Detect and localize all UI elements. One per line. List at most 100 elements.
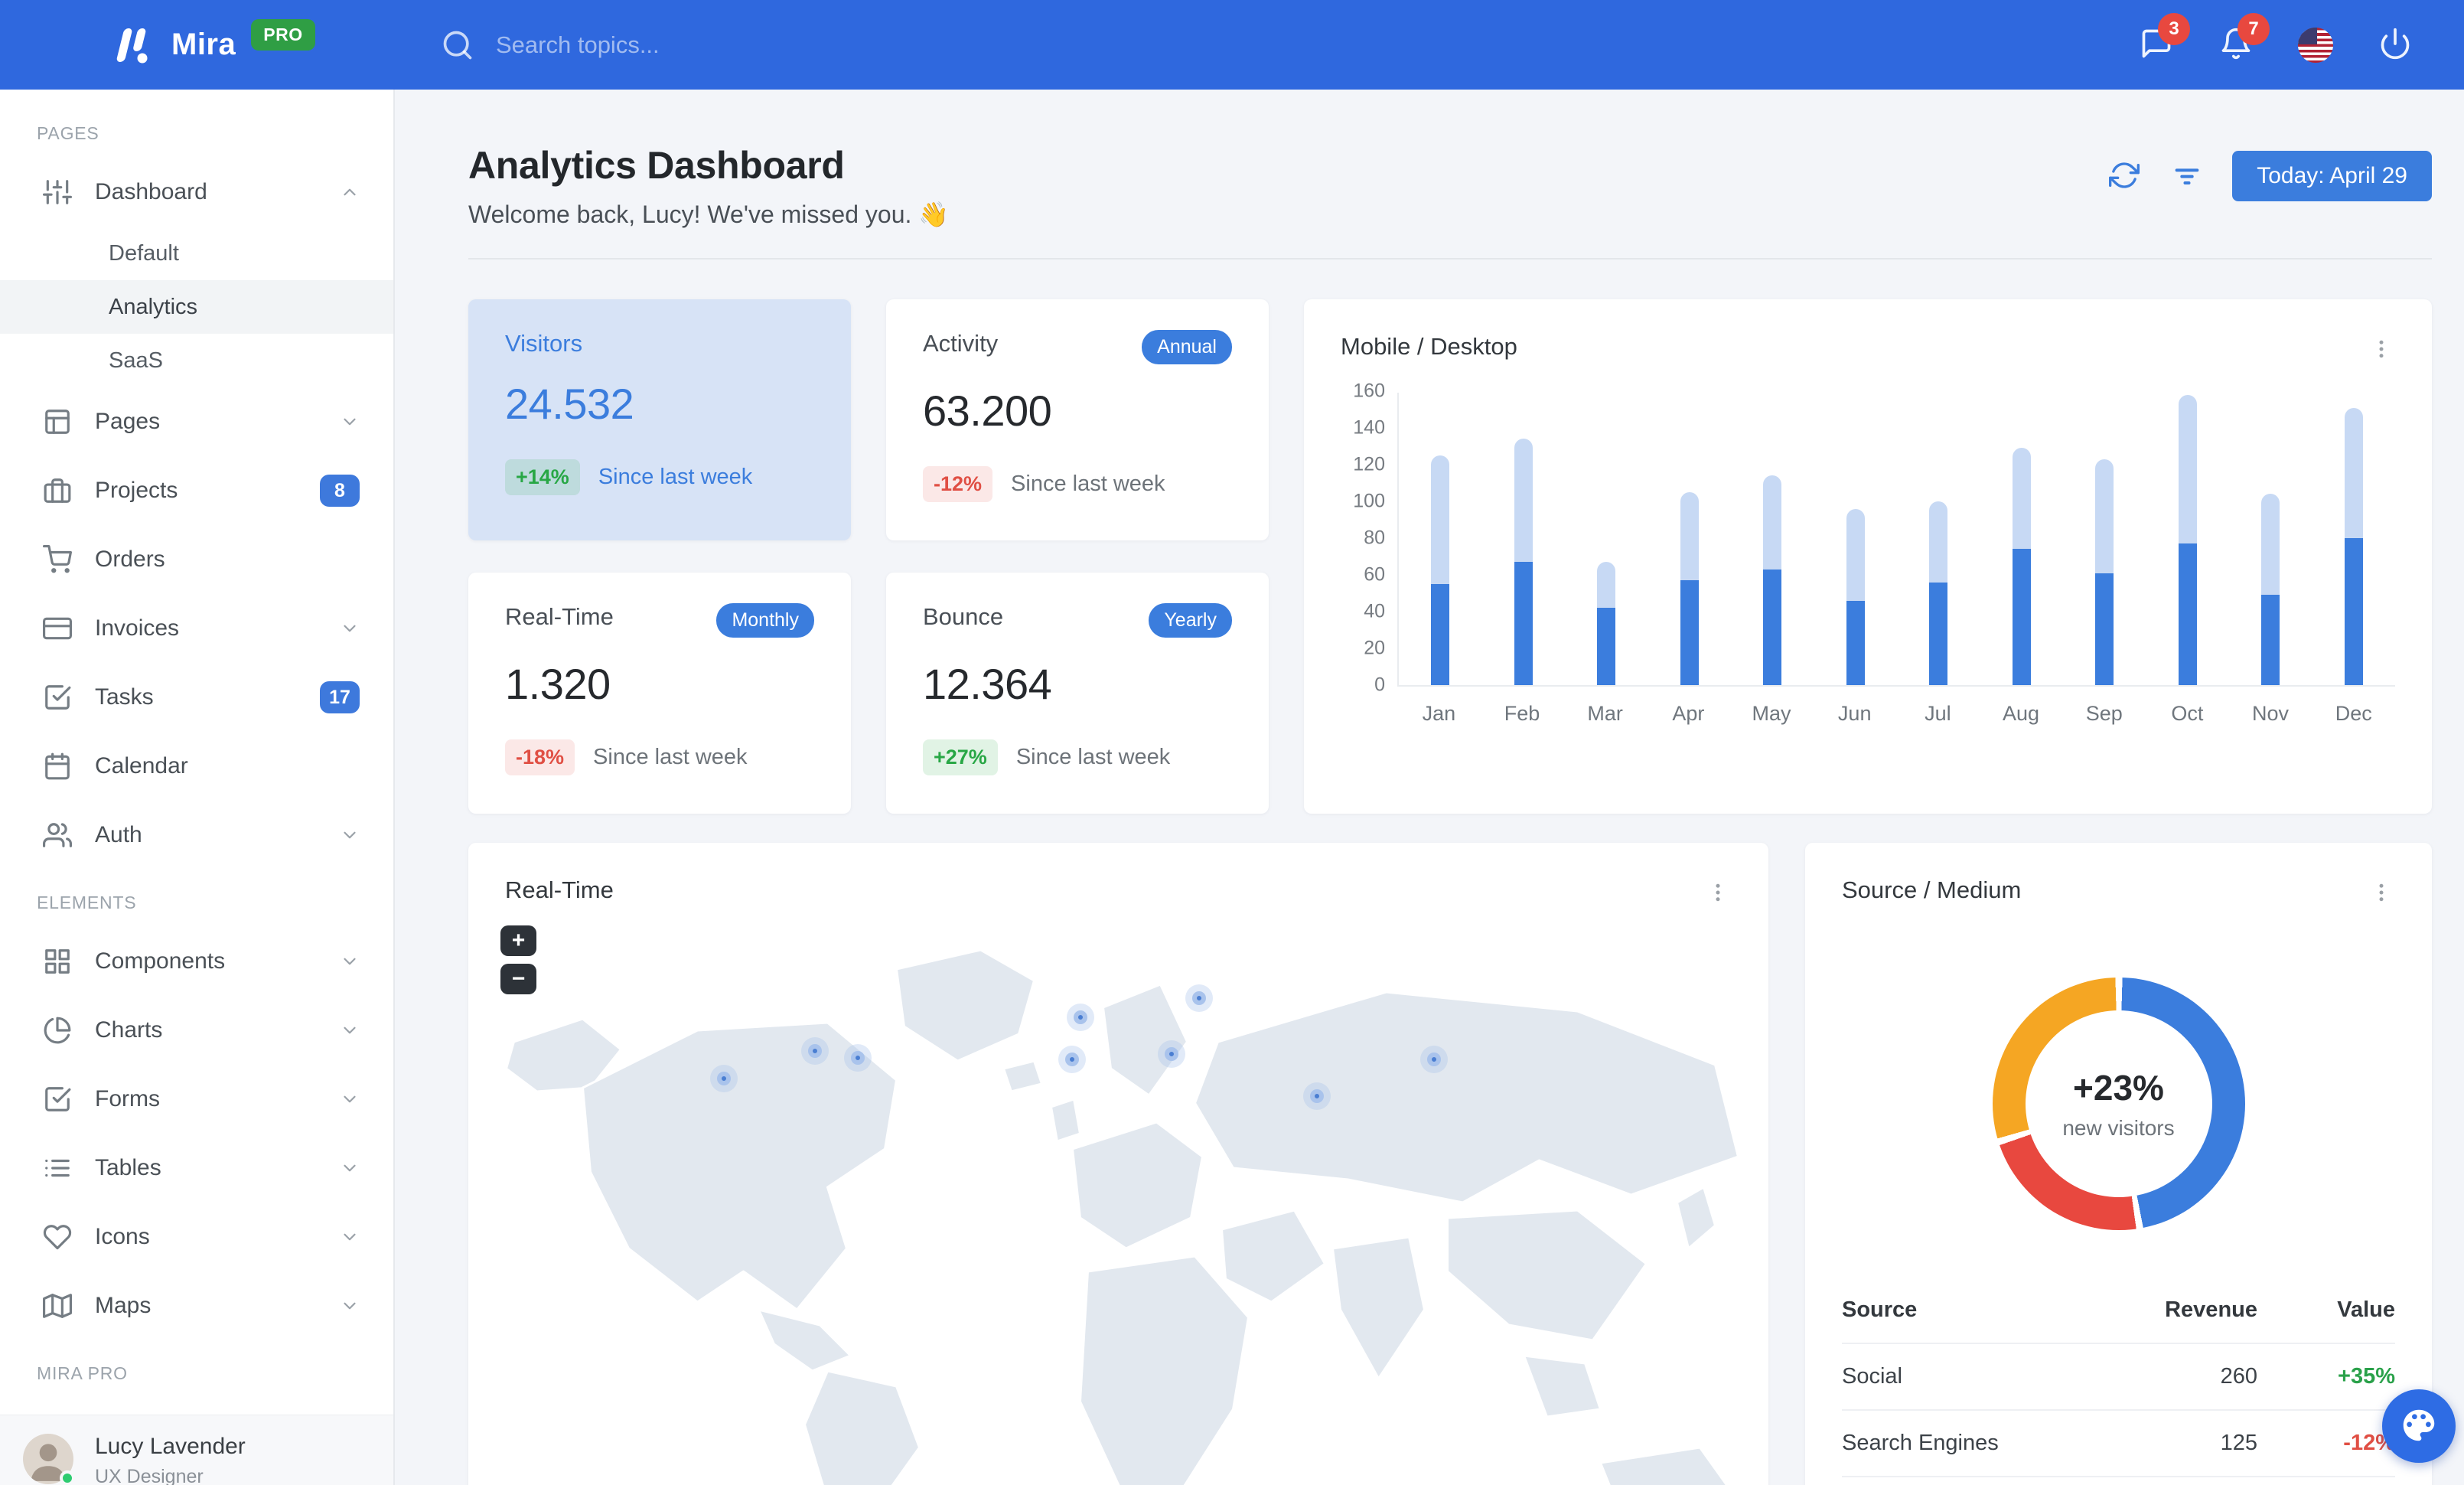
search-icon — [441, 28, 474, 62]
bar-segment-mobile — [2344, 538, 2363, 685]
map-marker[interactable] — [1074, 1010, 1087, 1024]
bar-sep[interactable] — [2063, 393, 2146, 685]
global-search[interactable] — [441, 28, 2136, 62]
bar-feb[interactable] — [1482, 393, 1566, 685]
map-marker[interactable] — [851, 1051, 865, 1065]
bar-oct[interactable] — [2146, 393, 2230, 685]
bar-segment-mobile — [1929, 582, 1948, 685]
header-divider — [468, 258, 2432, 259]
briefcase-icon — [43, 476, 72, 505]
bar-dec[interactable] — [2312, 393, 2396, 685]
bar-may[interactable] — [1731, 393, 1814, 685]
sidebar-item-calendar[interactable]: Calendar — [0, 732, 393, 801]
chevron-down-icon — [340, 1227, 360, 1247]
sidebar-item-auth[interactable]: Auth — [0, 801, 393, 870]
sidebar-item-dashboard[interactable]: Dashboard — [0, 158, 393, 227]
logout-button[interactable] — [2375, 25, 2415, 65]
stat-period-tag[interactable]: Yearly — [1149, 603, 1232, 638]
bar-jan[interactable] — [1399, 393, 1482, 685]
sidebar-item-maps[interactable]: Maps — [0, 1271, 393, 1340]
bar-segment-mobile — [2261, 595, 2280, 685]
date-button[interactable]: Today: April 29 — [2232, 151, 2432, 201]
stat-period-tag[interactable]: Monthly — [716, 603, 814, 638]
map-zoom-in-button[interactable]: + — [500, 925, 536, 956]
sidebar-subitem-analytics[interactable]: Analytics — [0, 280, 393, 334]
sidebar-item-invoices[interactable]: Invoices — [0, 594, 393, 663]
source-table: Source Revenue Value Social 260 +35% Search En… — [1842, 1278, 2395, 1485]
y-axis-tick: 80 — [1364, 527, 1385, 549]
sidebar-item-label: Calendar — [95, 753, 188, 778]
map-marker[interactable] — [1165, 1047, 1178, 1061]
world-map[interactable] — [468, 927, 1768, 1485]
bar-segment-desktop — [1763, 475, 1782, 570]
bar-chart-plot: 0 20 40 60 80 100 120 140 160 — [1353, 380, 2396, 696]
map-zoom-out-button[interactable]: − — [500, 964, 536, 994]
sidebar-item-label: Maps — [95, 1293, 152, 1318]
theme-settings-fab[interactable] — [2382, 1389, 2456, 1463]
source-menu-button[interactable] — [2368, 876, 2395, 910]
power-icon — [2378, 27, 2412, 63]
sidebar-subitem-default[interactable]: Default — [0, 227, 393, 280]
sidebar-item-pages[interactable]: Pages — [0, 387, 393, 456]
bar-segment-mobile — [1431, 584, 1450, 685]
messages-button[interactable]: 3 — [2136, 12, 2190, 65]
sidebar-item-projects[interactable]: Projects 8 — [0, 456, 393, 525]
sliders-icon — [43, 178, 72, 207]
sidebar-item-label: Components — [95, 948, 226, 974]
sidebar-item-charts[interactable]: Charts — [0, 996, 393, 1065]
bar-apr[interactable] — [1648, 393, 1732, 685]
map-marker[interactable] — [808, 1044, 822, 1058]
sidebar-item-tables[interactable]: Tables — [0, 1134, 393, 1203]
user-role: UX Designer — [95, 1466, 204, 1485]
cell-revenue: 125 — [2220, 1431, 2257, 1455]
stat-value: 12.364 — [923, 660, 1052, 708]
sidebar-subitem-saas[interactable]: SaaS — [0, 334, 393, 387]
stat-delta: -18% — [505, 739, 575, 775]
refresh-button[interactable] — [2107, 158, 2142, 194]
bar-mar[interactable] — [1565, 393, 1648, 685]
bar-jul[interactable] — [1897, 393, 1980, 685]
sidebar-item-components[interactable]: Components — [0, 927, 393, 996]
stat-note: Since last week — [593, 745, 748, 769]
notifications-button[interactable]: 7 — [2216, 12, 2270, 65]
user-name: Lucy Lavender — [95, 1434, 246, 1459]
search-input[interactable] — [494, 30, 953, 60]
sidebar-item-orders[interactable]: Orders — [0, 525, 393, 594]
sidebar-item-forms[interactable]: Forms — [0, 1065, 393, 1134]
chart-menu-button[interactable] — [2368, 333, 2395, 367]
brand-area[interactable]: Mira PRO — [0, 19, 395, 67]
sidebar-user[interactable]: Lucy Lavender UX Designer — [0, 1415, 393, 1485]
bar-aug[interactable] — [1980, 393, 2064, 685]
x-axis-label: Jan — [1422, 702, 1456, 725]
sidebar-count-badge: 17 — [320, 681, 360, 713]
language-button[interactable] — [2296, 25, 2335, 65]
navbar-actions: 3 7 — [2136, 12, 2464, 65]
bar-segment-mobile — [2095, 573, 2114, 685]
bar-nov[interactable] — [2229, 393, 2312, 685]
map-marker[interactable] — [1310, 1089, 1324, 1103]
cart-icon — [43, 545, 72, 574]
calendar-icon — [43, 752, 72, 781]
sidebar-item-icons[interactable]: Icons — [0, 1203, 393, 1271]
sidebar-section-label: ELEMENTS — [37, 893, 137, 912]
map-marker[interactable] — [717, 1072, 731, 1085]
map-marker[interactable] — [1427, 1053, 1441, 1066]
stat-card-visitors: Visitors 24.532 +14% Since last week — [468, 299, 851, 540]
sidebar-item-tasks[interactable]: Tasks 17 — [0, 663, 393, 732]
stat-period-tag[interactable]: Annual — [1142, 330, 1232, 364]
map-menu-button[interactable] — [1704, 876, 1732, 910]
palette-icon — [2398, 1405, 2440, 1448]
mobile-desktop-chart-card: Mobile / Desktop 0 20 40 60 80 100 120 140 160 J… — [1304, 299, 2432, 814]
sidebar-item-label: Dashboard — [95, 179, 207, 204]
x-axis-label: Nov — [2252, 702, 2290, 725]
map-marker[interactable] — [1192, 991, 1206, 1005]
chevron-up-icon — [340, 182, 360, 202]
filter-button[interactable] — [2169, 158, 2205, 194]
realtime-map-card: Real-Time + − — [468, 843, 1768, 1485]
sidebar-subitem-label: Default — [109, 240, 179, 266]
col-header-value: Value — [2337, 1297, 2395, 1322]
bar-segment-desktop — [1846, 508, 1865, 601]
refresh-icon — [2109, 160, 2140, 193]
bar-jun[interactable] — [1814, 393, 1898, 685]
map-marker[interactable] — [1065, 1053, 1079, 1066]
